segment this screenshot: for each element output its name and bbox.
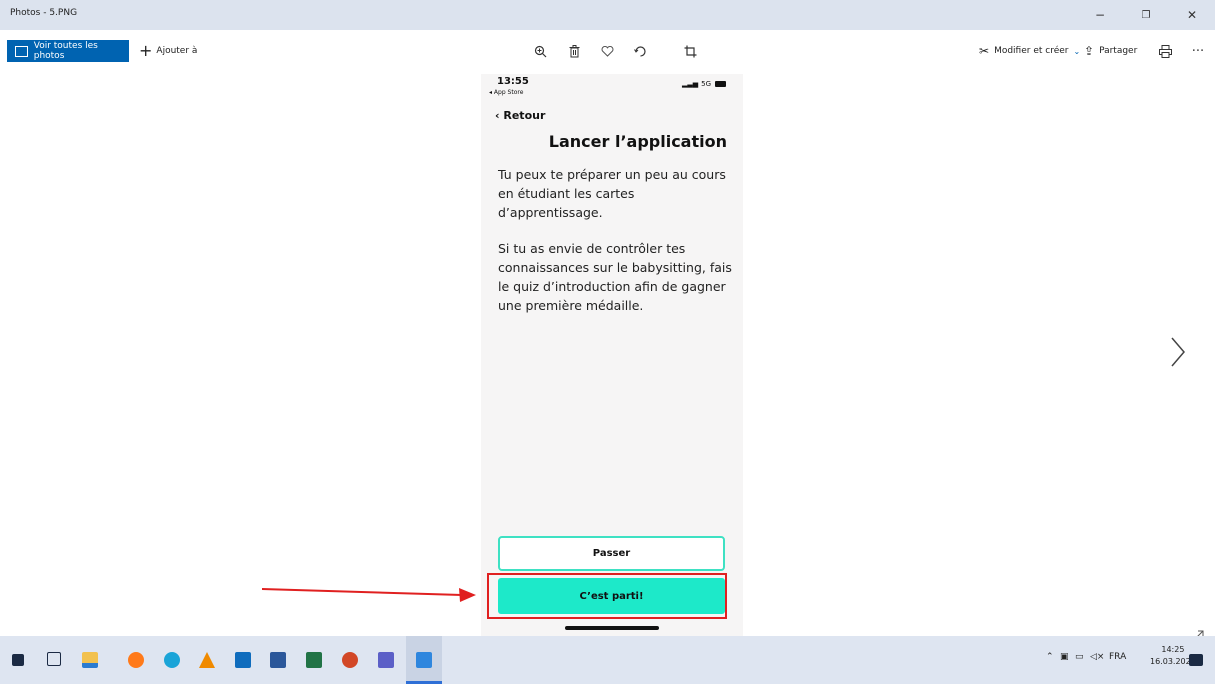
firefox-icon[interactable] <box>128 652 144 668</box>
edge-icon[interactable] <box>164 652 180 668</box>
app-toolbar: Voir toutes les photos + Ajouter à ✂ Mod… <box>0 30 1215 74</box>
title-bar: Photos - 5.PNG − ❐ ✕ <box>0 0 1215 30</box>
skip-button: Passer <box>498 536 725 571</box>
battery-icon <box>715 81 727 87</box>
add-to-button[interactable]: + Ajouter à <box>139 40 197 62</box>
phone-page-title: Lancer l’application <box>548 132 727 151</box>
powerpoint-icon[interactable] <box>342 652 358 668</box>
share-icon: ⇪ <box>1084 44 1095 58</box>
intro-paragraph: Tu peux te préparer un peu au cours en é… <box>498 167 726 220</box>
phone-screenshot: 13:55 ◂ App Store ▂▃▅ 5G ‹ Retour Lancer… <box>481 74 743 636</box>
scissors-icon: ✂ <box>979 44 990 58</box>
rotate-icon[interactable] <box>628 40 652 62</box>
language-indicator[interactable]: FRA <box>1109 652 1126 662</box>
chevron-up-icon[interactable]: ⌃ <box>1046 652 1054 662</box>
close-button[interactable]: ✕ <box>1169 0 1215 30</box>
zoom-icon[interactable] <box>528 40 552 62</box>
notification-app-icon[interactable]: ▣ <box>1060 652 1069 662</box>
highlight-frame <box>487 573 727 619</box>
signal-icon: ▂▃▅ <box>682 80 699 88</box>
outlook-icon[interactable] <box>235 652 251 668</box>
vlc-icon[interactable] <box>199 652 215 668</box>
file-explorer-icon[interactable] <box>82 652 98 668</box>
task-view-icon[interactable] <box>47 652 61 666</box>
back-label: Retour <box>503 109 546 122</box>
action-center-icon[interactable] <box>1189 654 1203 666</box>
print-icon[interactable] <box>1153 40 1177 62</box>
photos-icon[interactable] <box>416 652 432 668</box>
next-photo-arrow[interactable] <box>1170 336 1186 374</box>
photo-viewer: 13:55 ◂ App Store ▂▃▅ 5G ‹ Retour Lancer… <box>0 74 1215 644</box>
view-all-photos-button[interactable]: Voir toutes les photos <box>7 40 129 62</box>
teams-icon[interactable] <box>378 652 394 668</box>
back-to-app-store: ◂ App Store <box>489 89 524 96</box>
phone-status-bar: ▂▃▅ 5G <box>682 80 727 88</box>
edit-and-create-label: Modifier et créer <box>994 46 1069 56</box>
network-icon[interactable]: ▭ <box>1075 652 1084 662</box>
share-label: Partager <box>1099 46 1138 56</box>
home-indicator <box>565 626 659 630</box>
volume-icon[interactable]: ◁× <box>1090 652 1104 662</box>
minimize-button[interactable]: − <box>1077 0 1123 30</box>
excel-icon[interactable] <box>306 652 322 668</box>
restore-button[interactable]: ❐ <box>1123 0 1169 30</box>
pointer-arrow <box>262 588 476 602</box>
edit-and-create-button[interactable]: ✂ Modifier et créer ⌄ <box>979 40 1080 62</box>
windows-start-icon[interactable] <box>12 654 24 666</box>
windows-taskbar: ⌃ ▣ ▭ ◁× FRA 14:25 16.03.2021 <box>0 636 1215 684</box>
back-link: ‹ Retour <box>495 109 545 122</box>
plus-icon: + <box>139 41 153 60</box>
share-button[interactable]: ⇪ Partager <box>1084 40 1137 62</box>
trash-icon[interactable] <box>562 40 586 62</box>
more-icon[interactable]: ··· <box>1186 40 1210 62</box>
add-to-label: Ajouter à <box>156 46 198 56</box>
view-all-photos-label: Voir toutes les photos <box>33 41 98 61</box>
chevron-down-icon: ⌄ <box>1073 46 1081 56</box>
phone-time: 13:55 <box>497 76 529 87</box>
crop-icon[interactable] <box>678 40 702 62</box>
window-title: Photos - 5.PNG <box>10 8 78 18</box>
word-icon[interactable] <box>270 652 286 668</box>
photos-icon <box>15 45 28 57</box>
heart-icon[interactable] <box>595 40 619 62</box>
quiz-paragraph: Si tu as envie de contrôler tes connaiss… <box>498 241 732 313</box>
network-label: 5G <box>701 80 712 88</box>
